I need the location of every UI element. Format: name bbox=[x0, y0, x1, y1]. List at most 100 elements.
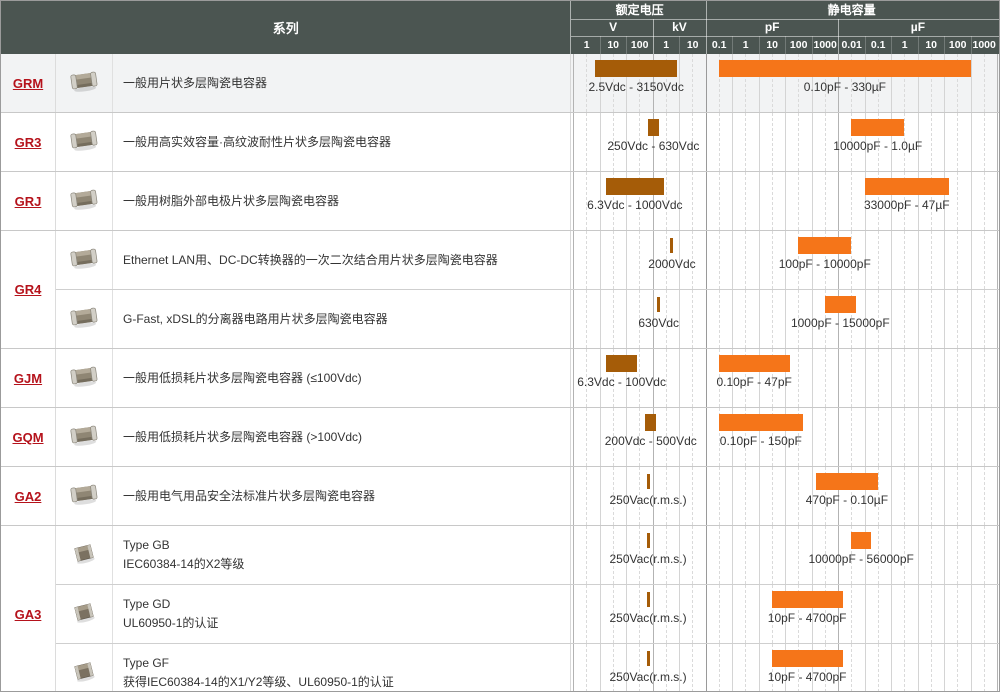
capacitance-range-label: 10pF - 4700pF bbox=[687, 611, 927, 625]
series-group-rows: Type GBIEC60384-14的X2等级250Vac(r.m.s.)100… bbox=[56, 526, 999, 692]
grid-dash-line bbox=[613, 644, 614, 692]
axis-tick-label: 1 bbox=[732, 36, 759, 54]
axis-tick-label: 100 bbox=[944, 36, 971, 54]
series-link-ga3[interactable]: GA3 bbox=[15, 607, 42, 622]
table-row: 一般用低损耗片状多层陶瓷电容器 (>100Vdc)200Vdc - 500Vdc… bbox=[56, 408, 999, 466]
row-description: 一般用低损耗片状多层陶瓷电容器 (>100Vdc) bbox=[113, 408, 570, 466]
mlcc-chip-icon bbox=[67, 246, 101, 275]
series-link-ga2[interactable]: GA2 bbox=[15, 489, 42, 504]
tick-separator bbox=[944, 36, 945, 54]
row-chart: 250Vac(r.m.s.)470pF - 0.10µF bbox=[570, 467, 999, 525]
grid-line bbox=[891, 644, 892, 692]
table-header: 系列 额定电压静电容量V110100kV110pF0.11101001000µF… bbox=[1, 1, 999, 54]
grid-line bbox=[944, 644, 945, 692]
row-chart: 250Vdc - 630Vdc10000pF - 1.0µF bbox=[570, 113, 999, 171]
grid-dash-line bbox=[931, 644, 932, 692]
mlcc-chip-icon bbox=[67, 187, 101, 216]
grid-dash-line bbox=[984, 644, 985, 692]
series-group-gr3: GR3 一般用高实效容量·高纹波耐性片状多层陶瓷电容器250Vdc - 630Vd… bbox=[1, 113, 999, 172]
row-chart: 630Vdc1000pF - 15000pF bbox=[570, 290, 999, 348]
mlcc-chip-icon bbox=[67, 423, 101, 452]
grid-section-line bbox=[706, 644, 707, 692]
axis-tick-label: 1000 bbox=[812, 36, 839, 54]
voltage-range-label: 6.3Vdc - 1000Vdc bbox=[515, 198, 755, 212]
axis-tick-label: 0.1 bbox=[706, 36, 733, 54]
grid-section-line bbox=[573, 644, 574, 692]
axis-tick-label: 1 bbox=[653, 36, 680, 54]
capacitance-range-bar bbox=[719, 355, 790, 372]
table-row: Type GDUL60950-1的认证250Vac(r.m.s.)10pF - … bbox=[56, 584, 999, 643]
chip-image-cell bbox=[56, 172, 113, 230]
grid-dash-line bbox=[957, 644, 958, 692]
voltage-range-bar bbox=[657, 297, 660, 312]
series-group-grm: GRM一般用片状多层陶瓷电容器2.5Vdc - 3150Vdc0.10pF - … bbox=[1, 54, 999, 113]
capacitance-range-bar bbox=[772, 591, 843, 608]
series-link-gr3[interactable]: GR3 bbox=[15, 135, 42, 150]
capacitance-range-label: 10000pF - 56000pF bbox=[741, 552, 981, 566]
tick-separator bbox=[785, 36, 786, 54]
grid-dash-line bbox=[931, 349, 932, 407]
voltage-range-bar bbox=[647, 651, 650, 666]
tick-separator bbox=[732, 36, 733, 54]
grid-dash-line bbox=[904, 349, 905, 407]
series-link-grm[interactable]: GRM bbox=[13, 76, 43, 91]
capacitor-lineup-table: 系列 额定电压静电容量V110100kV110pF0.11101001000µF… bbox=[0, 0, 1000, 692]
grid-line bbox=[944, 585, 945, 643]
tick-separator bbox=[679, 36, 680, 54]
row-description: Type GBIEC60384-14的X2等级 bbox=[113, 526, 570, 584]
voltage-range-bar bbox=[645, 414, 656, 431]
grid-line bbox=[944, 408, 945, 466]
series-link-gqm[interactable]: GQM bbox=[12, 430, 43, 445]
capacitance-range-bar bbox=[851, 119, 904, 136]
series-group-rows: 一般用树脂外部电极片状多层陶瓷电容器6.3Vdc - 1000Vdc33000p… bbox=[56, 172, 999, 230]
series-cell: GA3 bbox=[1, 526, 56, 692]
voltage-group-header: 额定电压 bbox=[573, 1, 706, 19]
grid-line bbox=[626, 644, 627, 692]
series-group-rows: 一般用低损耗片状多层陶瓷电容器 (>100Vdc)200Vdc - 500Vdc… bbox=[56, 408, 999, 466]
series-group-rows: Ethernet LAN用、DC-DC转换器的一次二次结合用片状多层陶瓷电容器2… bbox=[56, 231, 999, 348]
square-chip-icon bbox=[69, 659, 99, 688]
grid-line bbox=[732, 644, 733, 692]
series-link-gr4[interactable]: GR4 bbox=[15, 282, 42, 297]
tick-separator bbox=[600, 36, 601, 54]
grid-dash-line bbox=[904, 408, 905, 466]
row-chart: 6.3Vdc - 1000Vdc33000pF - 47µF bbox=[570, 172, 999, 230]
description-line: Type GD bbox=[123, 595, 570, 614]
series-cell: GA2 bbox=[1, 467, 56, 525]
series-link-gjm[interactable]: GJM bbox=[14, 371, 42, 386]
description-line: Ethernet LAN用、DC-DC转换器的一次二次结合用片状多层陶瓷电容器 bbox=[123, 251, 570, 270]
group-separator bbox=[706, 1, 707, 54]
capacitance-range-label: 1000pF - 15000pF bbox=[720, 316, 960, 330]
axis-tick-label: 0.01 bbox=[838, 36, 865, 54]
chip-image-cell bbox=[56, 526, 113, 584]
axis-tick-label: 10 bbox=[600, 36, 627, 54]
grid-line bbox=[891, 408, 892, 466]
capacitance-range-bar bbox=[851, 532, 871, 549]
chip-image-cell bbox=[56, 349, 113, 407]
series-group-rows: 一般用高实效容量·高纹波耐性片状多层陶瓷电容器250Vdc - 630Vdc10… bbox=[56, 113, 999, 171]
grid-section-line bbox=[997, 349, 998, 407]
chip-image-cell bbox=[56, 408, 113, 466]
chip-image-cell bbox=[56, 231, 113, 289]
mlcc-chip-icon bbox=[67, 128, 101, 157]
voltage-range-label: 250Vac(r.m.s.) bbox=[528, 552, 768, 566]
grid-line bbox=[918, 644, 919, 692]
grid-line bbox=[971, 467, 972, 525]
unit-header-pF: pF bbox=[706, 19, 839, 36]
unit-separator bbox=[838, 19, 839, 54]
capacitance-range-label: 10000pF - 1.0µF bbox=[758, 139, 998, 153]
grid-dash-line bbox=[666, 644, 667, 692]
grid-dash-line bbox=[692, 644, 693, 692]
grid-dash-line bbox=[984, 585, 985, 643]
series-link-grj[interactable]: GRJ bbox=[15, 194, 42, 209]
grid-dash-line bbox=[878, 644, 879, 692]
axis-tick-label: 1 bbox=[891, 36, 918, 54]
grid-line bbox=[600, 644, 601, 692]
grid-dash-line bbox=[931, 408, 932, 466]
grid-dash-line bbox=[984, 290, 985, 348]
square-chip-icon bbox=[69, 600, 99, 629]
chip-image-cell bbox=[56, 467, 113, 525]
row-chart: 250Vac(r.m.s.)10000pF - 56000pF bbox=[570, 526, 999, 584]
voltage-range-bar bbox=[647, 533, 650, 548]
voltage-range-bar bbox=[647, 474, 650, 489]
